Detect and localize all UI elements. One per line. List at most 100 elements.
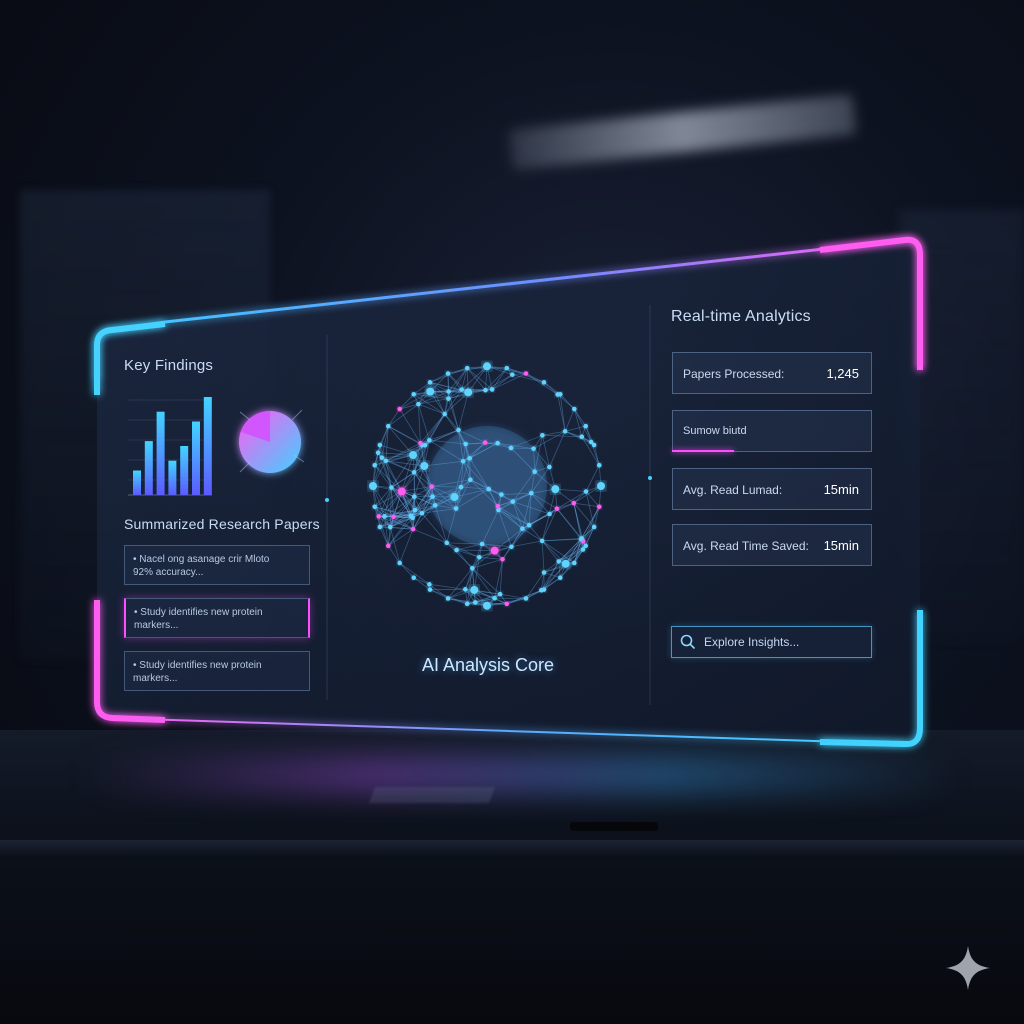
metric-value: 15min [823,538,859,553]
network-node [489,387,495,392]
network-node [464,601,470,607]
network-node [397,487,406,496]
network-node [547,464,552,470]
network-node [453,506,459,511]
network-node [427,380,433,385]
network-node [497,591,503,597]
network-node [442,411,448,417]
network-node [477,555,482,560]
network-node [483,387,488,393]
network-node [409,451,418,460]
network-node [377,524,383,530]
network-node [557,392,563,397]
network-node [450,493,459,502]
network-node [459,387,464,392]
bar-chart-bar [144,441,153,495]
network-node [492,595,497,601]
network-node [504,365,510,371]
network-node [468,477,473,483]
network-node [411,392,417,397]
metric-value: 15min [823,482,859,497]
metric-avg-read-time-saved: Avg. Read Time Saved: 15min [672,524,872,566]
network-node [376,514,381,519]
network-node [391,514,396,520]
network-node [531,446,536,451]
metric-papers-processed: Papers Processed: 1,245 [672,352,872,394]
network-node [467,456,472,461]
summary-line: 92% accuracy... [133,567,204,578]
network-node [508,445,514,451]
summary-card[interactable]: • Nacel ong asanage crir Mloto 92% accur… [124,545,310,585]
explore-insights-search[interactable]: Explore Insights... [671,626,872,658]
network-node [572,560,577,566]
network-node [470,585,479,594]
network-node [379,455,385,461]
network-node [460,458,466,464]
summary-line: markers... [134,620,179,631]
network-node [597,482,605,490]
network-node [579,434,585,440]
search-placeholder: Explore Insights... [704,635,800,649]
network-node [385,543,391,549]
network-node [541,587,547,592]
network-node [528,490,534,496]
network-node [446,389,451,394]
network-node [427,582,432,587]
network-node [526,522,532,528]
network-node [523,596,529,601]
network-node [579,536,584,541]
summary-card[interactable]: • Study identifies new protein markers..… [124,598,310,638]
network-node [410,515,415,521]
network-node [429,484,435,489]
metric-summaries-built: Sumow biutd [672,410,872,452]
network-node [369,482,377,490]
network-node [557,575,563,580]
bar-chart-bar [203,397,212,495]
summary-line: markers... [133,673,178,684]
network-node [445,371,451,376]
network-node [444,540,450,546]
network-node [596,462,602,468]
search-icon [680,634,696,650]
ai-analysis-core-label: AI Analysis Core [422,655,555,675]
metric-label: Avg. Read Time Saved: [683,539,809,553]
summary-line: • Study identifies new protein [133,660,262,671]
network-node [539,538,545,544]
network-node [572,406,577,412]
network-node [483,362,491,371]
network-node [532,469,537,474]
network-node [463,441,468,447]
summary-line: • Nacel ong asanage crir Mloto [133,554,270,565]
network-node [583,543,589,549]
bar-chart-bar [133,470,141,495]
network-node [387,524,393,530]
network-node [554,506,560,511]
metric-value: 1,245 [826,366,859,381]
summary-card[interactable]: • Study identifies new protein markers..… [124,651,310,691]
network-node [583,423,589,429]
network-node [375,450,381,456]
network-node [541,380,547,385]
network-node [411,470,417,475]
metric-avg-read-load: Avg. Read Lumad: 15min [672,468,872,510]
network-node [419,510,425,516]
summary-line: • Study identifies new protein [134,607,263,618]
network-node [416,401,421,407]
bar-chart-bar [168,460,177,495]
holographic-panel [94,236,923,748]
network-node [458,484,464,490]
network-node [591,442,597,448]
analytics-title: Real-time Analytics [671,308,811,325]
network-node [523,371,529,376]
network-node [547,511,552,517]
network-node [520,526,525,532]
network-node [397,560,402,566]
network-node [510,499,516,504]
network-node [596,504,602,510]
network-node [551,485,560,494]
network-node [490,546,499,555]
network-node [591,524,597,530]
network-node [486,486,492,492]
network-node [500,557,505,562]
network-node [427,437,432,443]
